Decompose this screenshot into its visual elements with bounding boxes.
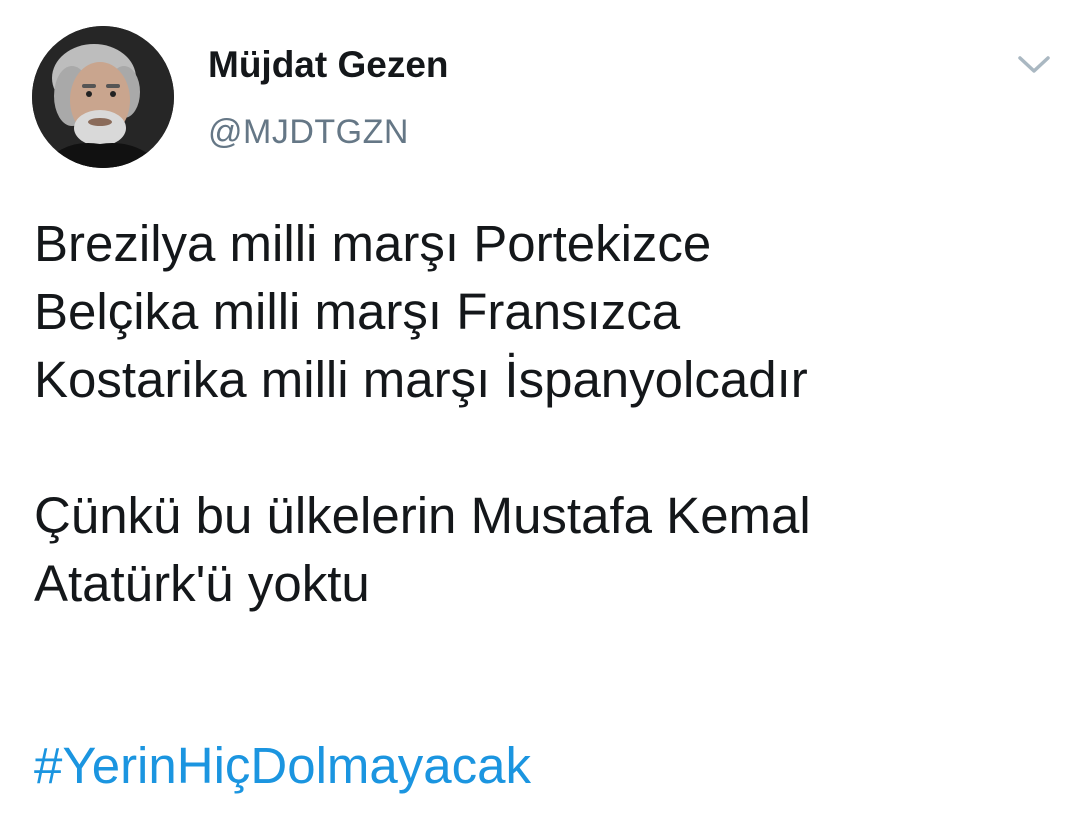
tweet-line: Atatürk'ü yoktu bbox=[34, 555, 370, 612]
tweet-line: Brezilya milli marşı Portekizce bbox=[34, 215, 712, 272]
avatar-photo bbox=[32, 26, 174, 168]
author-display-name[interactable]: Müjdat Gezen bbox=[208, 44, 449, 86]
tweet-line: Kostarika milli marşı İspanyolcadır bbox=[34, 351, 808, 408]
tweet-card: Müjdat Gezen @MJDTGZN Brezilya milli mar… bbox=[0, 0, 1080, 829]
author-avatar[interactable] bbox=[32, 26, 174, 168]
tweet-line: Çünkü bu ülkelerin Mustafa Kemal bbox=[34, 487, 811, 544]
chevron-down-icon-glyph bbox=[1018, 56, 1050, 73]
hashtag-link[interactable]: #YerinHiçDolmayacak bbox=[34, 732, 531, 800]
chevron-down-icon[interactable] bbox=[1016, 50, 1052, 78]
author-handle[interactable]: @MJDTGZN bbox=[208, 113, 409, 152]
tweet-line: Belçika milli marşı Fransızca bbox=[34, 283, 681, 340]
tweet-text: Brezilya milli marşı Portekizce Belçika … bbox=[34, 210, 1054, 618]
